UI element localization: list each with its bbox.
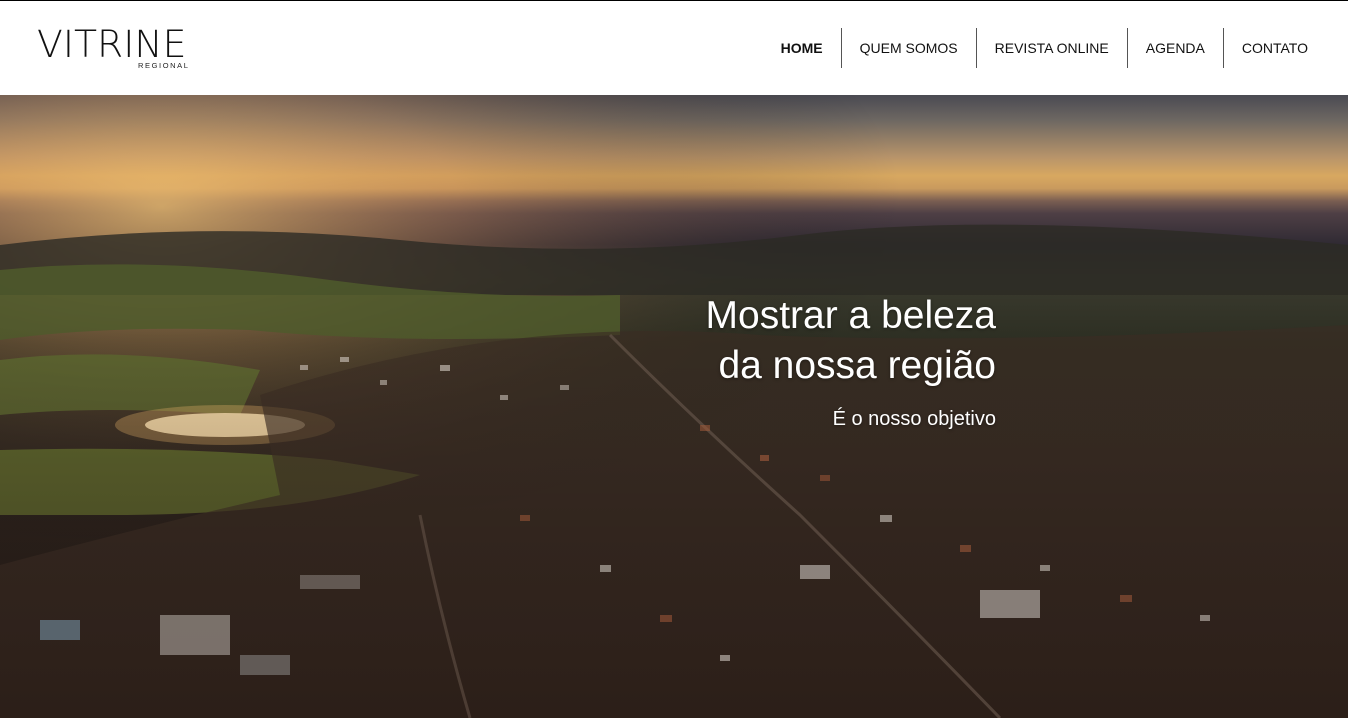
nav-item-quem-somos[interactable]: QUEM SOMOS (840, 28, 976, 68)
site-header: VITRINE REGIONAL HOME QUEM SOMOS REVISTA… (0, 1, 1348, 95)
hero-title: Mostrar a beleza da nossa região (706, 291, 996, 391)
logo-subtitle: REGIONAL (138, 61, 190, 70)
nav-item-contato[interactable]: CONTATO (1222, 28, 1326, 68)
nav-item-agenda[interactable]: AGENDA (1126, 28, 1223, 68)
hero-background-image (0, 95, 1348, 718)
hero-title-line-2: da nossa região (718, 344, 996, 387)
hero-title-line-1: Mostrar a beleza (705, 294, 996, 337)
nav-item-home[interactable]: HOME (763, 28, 841, 68)
site-logo[interactable]: VITRINE REGIONAL (37, 25, 193, 73)
hero-subtitle: É o nosso objetivo (832, 408, 996, 430)
hero-banner: Mostrar a beleza da nossa região É o nos… (0, 95, 1348, 718)
main-nav: HOME QUEM SOMOS REVISTA ONLINE AGENDA CO… (763, 28, 1326, 68)
logo-wordmark: VITRINE (37, 23, 187, 66)
nav-item-revista-online[interactable]: REVISTA ONLINE (975, 28, 1127, 68)
